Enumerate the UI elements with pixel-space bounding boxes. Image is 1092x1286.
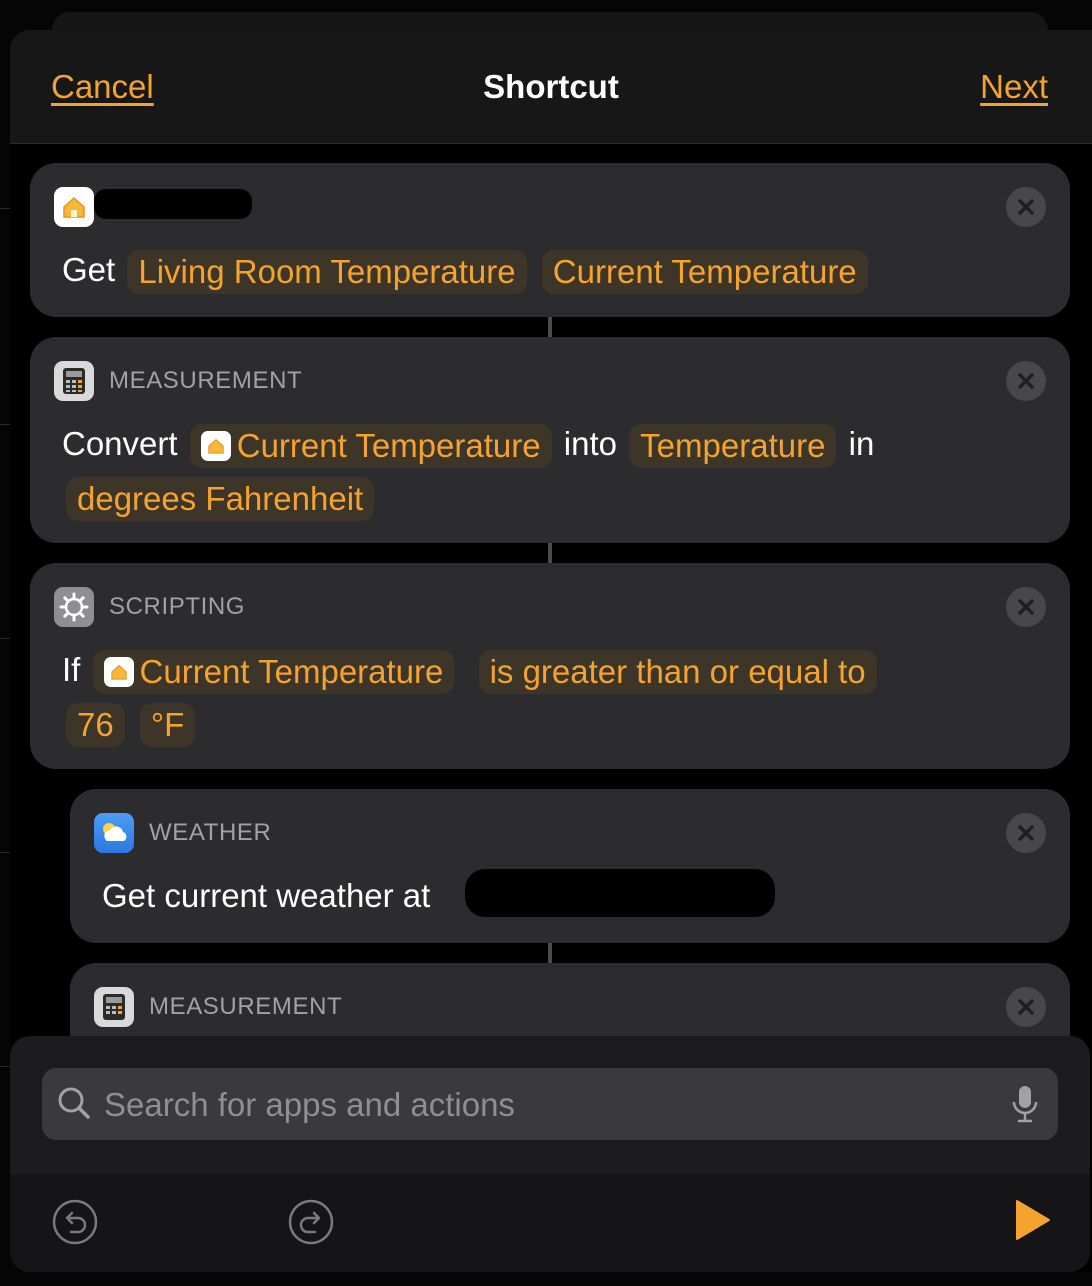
unit-type-label: Temperature — [640, 427, 826, 465]
redacted-app-name — [94, 189, 252, 219]
variable-label: Current Temperature — [139, 653, 444, 691]
action-connector — [548, 316, 552, 338]
action-body: Get Living Room Temperature Current Temp… — [62, 243, 1040, 296]
action-card-convert-measurement[interactable]: MEASUREMENT Convert Current Temperature … — [30, 337, 1070, 543]
background-divider — [0, 1066, 10, 1067]
remove-action-button[interactable] — [1006, 987, 1046, 1027]
unit-label: °F — [150, 706, 185, 744]
play-icon[interactable] — [1012, 1198, 1060, 1246]
search-input[interactable] — [102, 1068, 986, 1142]
action-card-get-weather[interactable]: WEATHER Get current weather at — [70, 789, 1070, 943]
home-icon — [54, 187, 94, 227]
connector-text: in — [848, 425, 875, 462]
remove-action-button[interactable] — [1006, 361, 1046, 401]
redacted-location — [465, 869, 775, 917]
action-header: SCRIPTING — [54, 587, 245, 627]
action-header — [54, 187, 94, 227]
action-card-home-get[interactable]: Get Living Room Temperature Current Temp… — [30, 163, 1070, 317]
action-search-panel — [10, 1036, 1090, 1272]
condition-label: is greater than or equal to — [489, 653, 866, 691]
gear-icon — [54, 587, 94, 627]
action-category: MEASUREMENT — [109, 367, 303, 394]
search-bar[interactable] — [42, 1068, 1058, 1142]
action-header: MEASUREMENT — [54, 361, 302, 401]
action-connector — [548, 942, 552, 964]
variable-token[interactable]: Current Temperature — [92, 650, 455, 695]
weather-icon — [94, 813, 134, 853]
page-title: Shortcut — [483, 68, 619, 105]
calculator-icon — [54, 361, 94, 401]
navigation-bar: Cancel Shortcut Next — [10, 30, 1092, 144]
characteristic-label: Current Temperature — [552, 253, 857, 291]
action-body: Convert Current Temperature into Tempera… — [62, 417, 1040, 523]
undo-icon[interactable] — [51, 1198, 99, 1246]
action-header: MEASUREMENT — [94, 987, 342, 1027]
action-category: MEASUREMENT — [149, 993, 343, 1020]
action-category: SCRIPTING — [109, 593, 246, 620]
action-verb: Get — [62, 251, 116, 288]
unit-type-parameter[interactable]: Temperature — [629, 424, 837, 469]
background-divider — [0, 424, 10, 425]
condition-parameter[interactable]: is greater than or equal to — [478, 650, 877, 695]
home-icon — [200, 431, 231, 462]
unit-parameter[interactable]: °F — [139, 703, 196, 748]
remove-action-button[interactable] — [1006, 187, 1046, 227]
action-text: Get current weather at — [102, 877, 431, 914]
remove-action-button[interactable] — [1006, 813, 1046, 853]
home-icon — [103, 657, 134, 688]
action-header: WEATHER — [94, 813, 271, 853]
characteristic-parameter[interactable]: Current Temperature — [541, 250, 868, 295]
redo-icon[interactable] — [287, 1198, 335, 1246]
accessory-parameter[interactable]: Living Room Temperature — [127, 250, 527, 295]
unit-label: degrees Fahrenheit — [77, 480, 364, 518]
editor-toolbar — [10, 1174, 1090, 1272]
value-label: 76 — [77, 706, 114, 744]
connector-text: into — [563, 425, 617, 462]
variable-label: Current Temperature — [236, 427, 541, 465]
background-divider — [0, 852, 10, 853]
next-button[interactable]: Next — [980, 68, 1048, 106]
variable-token[interactable]: Current Temperature — [189, 424, 552, 469]
microphone-icon[interactable] — [1012, 1084, 1038, 1129]
calculator-icon — [94, 987, 134, 1027]
unit-parameter[interactable]: degrees Fahrenheit — [66, 477, 375, 522]
background-divider — [0, 638, 10, 639]
action-connector — [548, 542, 552, 564]
action-verb: If — [62, 651, 81, 688]
value-parameter[interactable]: 76 — [66, 703, 125, 748]
action-verb: Convert — [62, 425, 178, 462]
remove-action-button[interactable] — [1006, 587, 1046, 627]
action-category: WEATHER — [149, 819, 272, 846]
background-divider — [0, 208, 10, 209]
action-body: If Current Temperature is greater than o… — [62, 643, 1040, 749]
search-icon — [56, 1085, 92, 1126]
action-card-if[interactable]: SCRIPTING If Current Temperature is grea… — [30, 563, 1070, 769]
accessory-label: Living Room Temperature — [138, 253, 516, 291]
